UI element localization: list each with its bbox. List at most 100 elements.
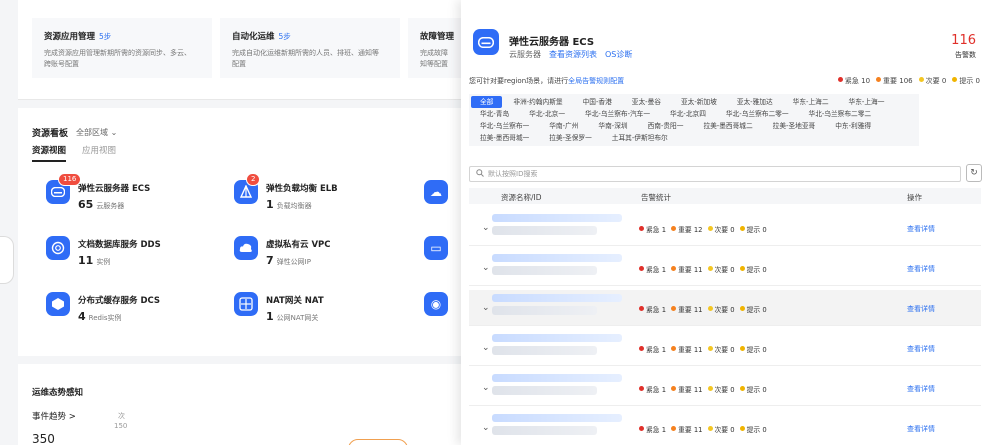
- vpc-icon: [234, 236, 258, 260]
- view-details-link[interactable]: 查看详情: [907, 304, 935, 314]
- chevron-down-icon[interactable]: ⌄: [482, 343, 490, 353]
- tab-resource-view[interactable]: 资源视图: [32, 144, 67, 162]
- region-option[interactable]: 华东-上海一: [840, 96, 894, 108]
- mgmt-card-resource[interactable]: 资源应用管理 5步 完成资源应用管理新期所需的资源同步、多云、 跨账号配置: [32, 18, 212, 78]
- table-row[interactable]: ⌄ 紧急 1 重要 11 次要 0 提示 0 查看详情: [469, 250, 981, 286]
- table-header: 资源名称/ID 告警统计 操作: [469, 188, 981, 204]
- mgmt-card-automation[interactable]: 自动化运维 5步 完成自动化运维新期所需的人员、排班、通知等 配置: [220, 18, 400, 78]
- view-details-link[interactable]: 查看详情: [907, 264, 935, 274]
- service-count: 65: [78, 198, 94, 211]
- region-option[interactable]: 拉美-墨西哥城二: [694, 120, 761, 132]
- service-unit: 云服务器: [96, 202, 125, 210]
- trend-highlight: [348, 439, 408, 445]
- service-dcs[interactable]: 分布式缓存服务 DCS 4 Redis实例: [46, 292, 160, 323]
- ecs-detail-drawer: 弹性云服务器 ECS 云服务器 查看资源列表 OS诊断 116 告警数 您可针对…: [461, 0, 988, 445]
- resource-name-redacted[interactable]: [492, 414, 622, 422]
- view-resource-list-link[interactable]: 查看资源列表: [549, 49, 597, 60]
- region-option[interactable]: 拉美-圣地亚哥: [764, 120, 825, 132]
- region-option[interactable]: 西南-贵阳一: [639, 120, 693, 132]
- alarm-stats: 紧急 1 重要 11 次要 0 提示 0: [639, 384, 767, 394]
- region-option[interactable]: 土耳其-伊斯坦布尔: [603, 132, 677, 144]
- service-vpc[interactable]: 虚拟私有云 VPC 7 弹性公网IP: [234, 236, 331, 267]
- resource-name-redacted[interactable]: [492, 214, 622, 222]
- table-row[interactable]: ⌄ 紧急 1 重要 11 次要 0 提示 0 查看详情: [469, 410, 981, 445]
- region-option[interactable]: 亚太-雅加达: [728, 96, 782, 108]
- resource-name-redacted[interactable]: [492, 254, 622, 262]
- resource-id-redacted: [492, 226, 597, 235]
- chevron-down-icon[interactable]: ⌄: [482, 383, 490, 393]
- resource-name-redacted[interactable]: [492, 334, 622, 342]
- tab-app-view[interactable]: 应用视图: [82, 144, 116, 162]
- chevron-down-icon[interactable]: ⌄: [482, 263, 490, 273]
- service-count: 4: [78, 310, 86, 323]
- region-option[interactable]: 拉美-墨西哥城一: [471, 132, 538, 144]
- service-name: 分布式缓存服务 DCS: [78, 296, 161, 306]
- region-option[interactable]: 华北-青岛: [471, 108, 518, 120]
- resource-id-redacted: [492, 386, 597, 395]
- dds-icon: [46, 236, 70, 260]
- mgmt-card-desc: 完成自动化运维新期所需的人员、排班、通知等 配置: [232, 49, 379, 68]
- service-elb[interactable]: 2 弹性负载均衡 ELB 1 负载均衡器: [234, 173, 338, 211]
- service-unit: 公网NAT网关: [276, 314, 319, 322]
- view-details-link[interactable]: 查看详情: [907, 344, 935, 354]
- table-row[interactable]: ⌄ 紧急 1 重要 11 次要 0 提示 0 查看详情: [469, 370, 981, 406]
- resource-id-redacted: [492, 266, 597, 275]
- service-name: 弹性云服务器 ECS: [78, 184, 151, 194]
- service-count: 7: [266, 254, 274, 267]
- region-option[interactable]: 华北-乌兰察布二零二: [800, 108, 881, 120]
- region-option[interactable]: 亚太-曼谷: [623, 96, 670, 108]
- service-nat[interactable]: NAT网关 NAT 1 公网NAT网关: [234, 292, 324, 323]
- legend-minor: 次要 0: [918, 76, 946, 86]
- resource-name-redacted[interactable]: [492, 374, 622, 382]
- mgmt-card-desc: 完成资源应用管理新期所需的资源同步、多云、 跨账号配置: [44, 49, 191, 68]
- service-dds[interactable]: 文档数据库服务 DDS 11 实例: [46, 236, 161, 267]
- region-option[interactable]: 华北-乌兰察布一: [471, 120, 538, 132]
- region-filter[interactable]: 全部区域 ⌄: [76, 127, 117, 138]
- region-option[interactable]: 全部: [471, 96, 503, 108]
- trend-title: 运维态势感知: [32, 388, 84, 398]
- table-row[interactable]: ⌄ 紧急 1 重要 12 次要 0 提示 0 查看详情: [469, 210, 981, 246]
- resource-id-redacted: [492, 426, 597, 435]
- service-unit: 负载均衡器: [276, 202, 312, 210]
- region-option[interactable]: 华北-北京四: [661, 108, 715, 120]
- alarm-count-label: 告警数: [955, 51, 976, 59]
- sidebar-collapse-handle[interactable]: [0, 236, 14, 284]
- service-name: NAT网关 NAT: [266, 296, 324, 306]
- chevron-down-icon[interactable]: ⌄: [482, 423, 490, 433]
- alarm-count: 116: [951, 33, 976, 48]
- refresh-button[interactable]: ↻: [966, 164, 982, 182]
- region-option[interactable]: 亚太-新加坡: [672, 96, 726, 108]
- col-resource: 资源名称/ID: [501, 193, 542, 202]
- os-diagnosis-link[interactable]: OS诊断: [605, 49, 632, 60]
- view-details-link[interactable]: 查看详情: [907, 224, 935, 234]
- service-unit: 弹性公网IP: [276, 258, 311, 266]
- mgmt-card-badge: 5步: [278, 32, 291, 41]
- ecs-icon: 116: [46, 173, 82, 204]
- event-trend-link[interactable]: 事件趋势 >: [32, 410, 76, 422]
- region-option[interactable]: 华南-广州: [540, 120, 587, 132]
- region-option[interactable]: 华北-乌兰察布二零一: [717, 108, 798, 120]
- region-option[interactable]: 华北-北京一: [520, 108, 574, 120]
- nat-icon: [234, 292, 258, 316]
- view-details-link[interactable]: 查看详情: [907, 384, 935, 394]
- table-row[interactable]: ⌄ 紧急 1 重要 11 次要 0 提示 0 查看详情: [469, 290, 981, 326]
- region-option[interactable]: 非洲-约翰内斯堡: [504, 96, 571, 108]
- global-alarm-rule-link[interactable]: 全局告警规则配置: [568, 77, 624, 85]
- search-input[interactable]: [488, 170, 948, 178]
- table-row[interactable]: ⌄ 紧急 1 重要 11 次要 0 提示 0 查看详情: [469, 330, 981, 366]
- view-details-link[interactable]: 查看详情: [907, 424, 935, 434]
- resource-name-redacted[interactable]: [492, 294, 622, 302]
- chevron-down-icon[interactable]: ⌄: [482, 223, 490, 233]
- region-option[interactable]: 华东-上海二: [784, 96, 838, 108]
- col-actions: 操作: [907, 193, 922, 202]
- search-icon: [476, 168, 484, 180]
- region-option[interactable]: 拉美-圣保罗一: [540, 132, 601, 144]
- ecs-icon: [473, 29, 499, 55]
- chevron-down-icon[interactable]: ⌄: [482, 303, 490, 313]
- region-option[interactable]: 华南-深圳: [589, 120, 636, 132]
- region-option[interactable]: 中国-香港: [574, 96, 621, 108]
- region-option[interactable]: 中东-利雅得: [826, 120, 880, 132]
- region-option[interactable]: 华北-乌兰察布-汽车一: [576, 108, 659, 120]
- service-ecs[interactable]: 116 弹性云服务器 ECS 65 云服务器: [46, 173, 151, 211]
- resource-id-redacted: [492, 306, 597, 315]
